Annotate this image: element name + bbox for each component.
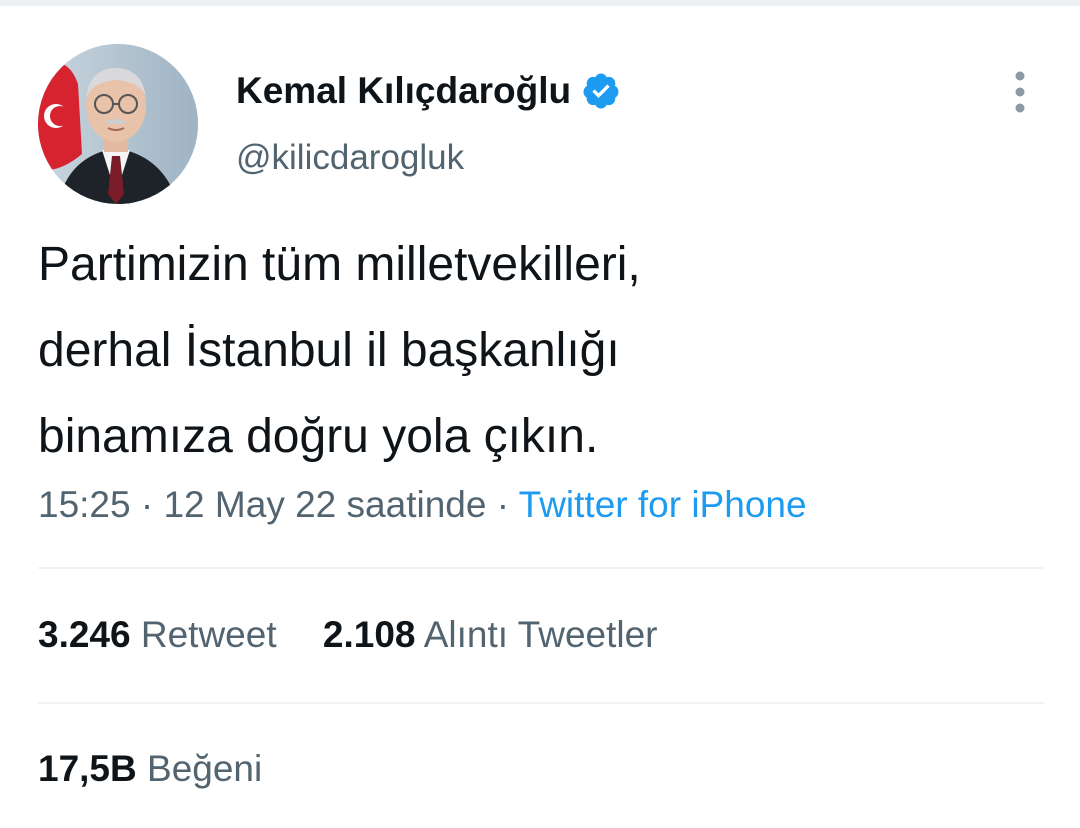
author-display-name[interactable]: Kemal Kılıçdaroğlu <box>236 70 571 112</box>
quote-tweets-link[interactable]: 2.108 Alıntı Tweetler <box>323 614 658 656</box>
tweet-text-line: Partimizin tüm milletvekilleri, <box>38 238 641 291</box>
tweet-time[interactable]: 15:25 <box>38 484 131 525</box>
tweet-meta: 15:25 · 12 May 22 saatinde · Twitter for… <box>38 484 807 526</box>
author-handle[interactable]: @kilicdarogluk <box>236 138 464 178</box>
engagement-row: 3.246 Retweet 2.108 Alıntı Tweetler <box>38 614 658 656</box>
more-options-icon[interactable] <box>1004 68 1036 116</box>
likes-label: Beğeni <box>147 748 263 789</box>
tweet-text-line: binamıza doğru yola çıkın. <box>38 410 599 463</box>
tweet-text-line: derhal İstanbul il başkanlığı <box>38 324 620 377</box>
likes-link[interactable]: 17,5B Beğeni <box>38 748 262 790</box>
avatar-portrait-icon <box>38 44 198 204</box>
meta-separator: · <box>130 484 164 525</box>
divider <box>38 702 1044 704</box>
retweet-count-link[interactable]: 3.246 Retweet <box>38 614 277 656</box>
likes-row: 17,5B Beğeni <box>38 748 262 790</box>
quote-label: Alıntı Tweetler <box>423 614 658 655</box>
retweet-label: Retweet <box>140 614 277 655</box>
author-name-row[interactable]: Kemal Kılıçdaroğlu <box>236 70 621 112</box>
divider <box>38 567 1044 569</box>
retweet-count: 3.246 <box>38 614 131 655</box>
tweet-source-link[interactable]: Twitter for iPhone <box>519 484 807 525</box>
quote-count: 2.108 <box>322 614 416 655</box>
top-border <box>0 0 1080 6</box>
meta-separator: · <box>486 484 519 525</box>
tweet-text: Partimizin tüm milletvekilleri, derhal İ… <box>38 222 1038 480</box>
verified-badge-icon <box>581 71 621 111</box>
avatar[interactable] <box>38 44 198 204</box>
likes-count: 17,5B <box>38 748 137 789</box>
tweet-date[interactable]: 12 May 22 saatinde <box>163 484 486 525</box>
